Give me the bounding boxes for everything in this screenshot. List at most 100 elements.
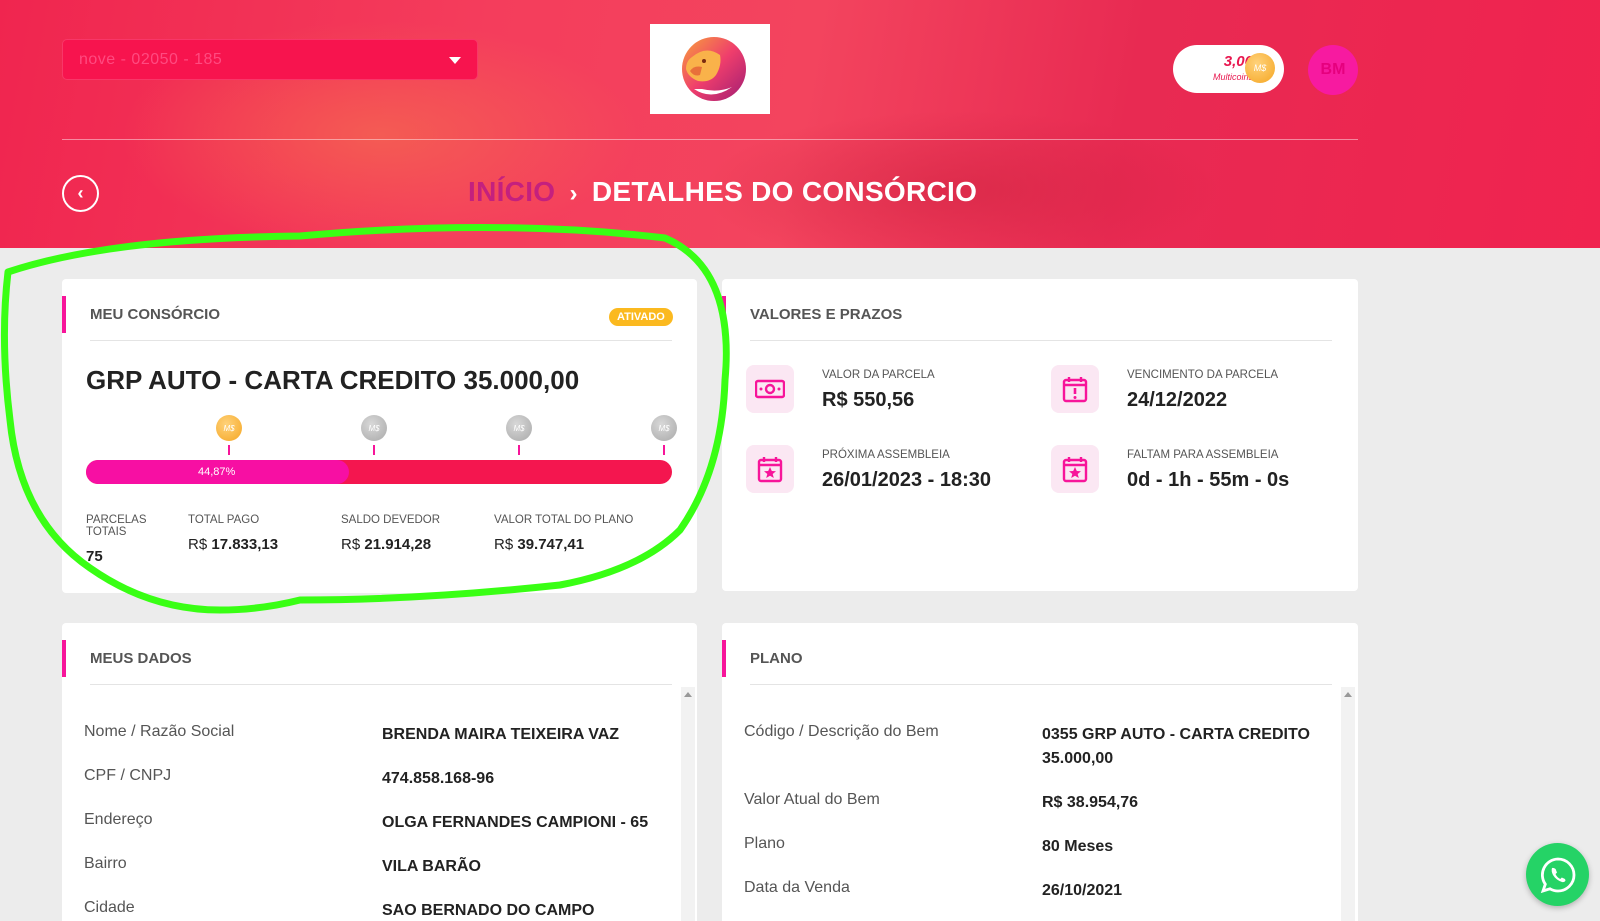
milestone-marker: M$ bbox=[506, 415, 532, 455]
scroll-up-icon[interactable] bbox=[1344, 692, 1352, 697]
card-title: MEU CONSÓRCIO bbox=[62, 296, 220, 333]
coins-label: Multicoins bbox=[1212, 72, 1253, 82]
stat-value: 75 bbox=[86, 548, 166, 565]
info-label: FALTAM PARA ASSEMBLEIA bbox=[1127, 449, 1279, 461]
milestone-stem bbox=[228, 445, 230, 455]
coin-icon: M$ bbox=[216, 415, 242, 441]
multicoins-balance[interactable]: 3,00 Multicoins M$ bbox=[1173, 45, 1284, 93]
stat-label: VALOR TOTAL DO PLANO bbox=[494, 514, 634, 526]
values-deadlines-card: VALORES E PRAZOS VALOR DA PARCELA R$ 550… bbox=[722, 279, 1358, 591]
whatsapp-button[interactable] bbox=[1526, 843, 1589, 906]
row-label: Plano bbox=[744, 835, 785, 852]
my-data-card: MEUS DADOS Nome / Razão Social BRENDA MAI… bbox=[62, 623, 697, 921]
stat-value: R$ 39.747,41 bbox=[494, 536, 674, 553]
stat-number: 39.747,41 bbox=[517, 536, 585, 553]
stat-number: 75 bbox=[86, 548, 103, 565]
stat-total-installments: PARCELAS TOTAIS 75 bbox=[86, 514, 166, 565]
breadcrumb-separator: › bbox=[569, 180, 578, 207]
row-value: 26/10/2021 bbox=[1042, 882, 1123, 899]
row-value: 80 Meses bbox=[1042, 838, 1114, 855]
row-value: SAO BERNADO DO CAMPO bbox=[382, 902, 595, 919]
breadcrumb: INÍCIO › DETALHES DO CONSÓRCIO bbox=[468, 176, 977, 208]
brand-logo[interactable] bbox=[650, 24, 770, 114]
stat-label: TOTAL PAGO bbox=[188, 514, 260, 526]
lion-logo-icon bbox=[682, 37, 746, 101]
payment-progress-bar: 44,87% bbox=[86, 460, 672, 484]
card-title: VALORES E PRAZOS bbox=[722, 296, 902, 333]
status-badge: ATIVADO bbox=[609, 308, 673, 326]
calendar-alert-icon bbox=[1051, 365, 1099, 413]
stat-plan-total: VALOR TOTAL DO PLANO R$ 39.747,41 bbox=[494, 514, 674, 553]
row-label: Endereço bbox=[84, 811, 153, 828]
row-value: VILA BARÃO bbox=[382, 858, 481, 875]
back-button[interactable]: ‹ bbox=[62, 175, 99, 212]
stat-label: PARCELAS TOTAIS bbox=[86, 514, 147, 538]
header-divider bbox=[62, 139, 1358, 140]
info-value: 26/01/2023 - 18:30 bbox=[822, 469, 992, 491]
row-value: R$ 38.954,76 bbox=[1042, 794, 1139, 811]
progress-percent-label: 44,87% bbox=[198, 466, 236, 478]
my-consortium-card: MEU CONSÓRCIO ATIVADO GRP AUTO - CARTA C… bbox=[62, 279, 697, 593]
stat-label: SALDO DEVEDOR bbox=[341, 514, 441, 526]
stat-total-paid: TOTAL PAGO R$ 17.833,13 bbox=[188, 514, 338, 553]
currency-symbol: R$ bbox=[188, 536, 208, 553]
card-title: MEUS DADOS bbox=[62, 640, 192, 677]
scroll-up-icon[interactable] bbox=[684, 692, 692, 697]
coin-icon: M$ bbox=[1245, 53, 1275, 83]
breadcrumb-home-link[interactable]: INÍCIO bbox=[468, 176, 555, 207]
plan-name: GRP AUTO - CARTA CREDITO 35.000,00 bbox=[86, 365, 580, 395]
card-divider bbox=[90, 684, 672, 685]
page-header: nove - 02050 - 185 3,00 Multicoins M$ BM bbox=[0, 0, 1600, 248]
milestone-marker: M$ bbox=[361, 415, 387, 455]
info-label: VENCIMENTO DA PARCELA bbox=[1127, 369, 1279, 381]
stat-number: 21.914,28 bbox=[364, 536, 432, 553]
row-label: Data da Venda bbox=[744, 879, 850, 896]
coins-amount: 3,00 bbox=[1223, 53, 1253, 70]
currency-symbol: R$ bbox=[341, 536, 361, 553]
scrollbar[interactable] bbox=[1341, 687, 1355, 921]
row-label: Nome / Razão Social bbox=[84, 723, 235, 740]
row-label: Cidade bbox=[84, 899, 135, 916]
row-label: Valor Atual do Bem bbox=[744, 791, 880, 808]
breadcrumb-current: DETALHES DO CONSÓRCIO bbox=[591, 176, 978, 207]
stat-value: R$ 17.833,13 bbox=[188, 536, 338, 553]
row-label: Bairro bbox=[84, 855, 127, 872]
card-divider bbox=[90, 340, 672, 341]
row-label: CPF / CNPJ bbox=[84, 767, 172, 784]
milestone-stem bbox=[663, 445, 665, 455]
row-value: OLGA FERNANDES CAMPIONI - 65 bbox=[382, 814, 649, 831]
card-divider bbox=[750, 684, 1332, 685]
row-label: Código / Descrição do Bem bbox=[744, 723, 939, 740]
stat-number: 17.833,13 bbox=[211, 536, 279, 553]
stat-value: R$ 21.914,28 bbox=[341, 536, 491, 553]
contract-select[interactable]: nove - 02050 - 185 bbox=[62, 39, 478, 80]
row-value: 474.858.168-96 bbox=[382, 770, 495, 787]
currency-symbol: R$ bbox=[494, 536, 514, 553]
info-value: 24/12/2022 bbox=[1127, 389, 1228, 411]
money-icon bbox=[746, 365, 794, 413]
plan-card: PLANO Código / Descrição do Bem 0355 GRP … bbox=[722, 623, 1358, 921]
milestone-stem bbox=[518, 445, 520, 455]
card-title: PLANO bbox=[722, 640, 803, 677]
calendar-star-icon bbox=[746, 445, 794, 493]
calendar-star-icon bbox=[1051, 445, 1099, 493]
card-divider bbox=[750, 340, 1332, 341]
contract-select-value: nove - 02050 - 185 bbox=[79, 50, 223, 68]
chevron-left-icon: ‹ bbox=[77, 183, 84, 203]
milestone-stem bbox=[373, 445, 375, 455]
coin-icon: M$ bbox=[361, 415, 387, 441]
coin-icon: M$ bbox=[651, 415, 677, 441]
milestone-marker: M$ bbox=[651, 415, 677, 455]
whatsapp-icon bbox=[1540, 857, 1575, 893]
user-avatar[interactable]: BM bbox=[1308, 45, 1358, 95]
milestone-marker: M$ bbox=[216, 415, 242, 455]
chevron-down-icon bbox=[449, 57, 461, 64]
scrollbar[interactable] bbox=[681, 687, 695, 921]
row-value: BRENDA MAIRA TEIXEIRA VAZ bbox=[382, 726, 620, 743]
stat-outstanding-balance: SALDO DEVEDOR R$ 21.914,28 bbox=[341, 514, 491, 553]
row-value: 0355 GRP AUTO - CARTA CREDITO 35.000,00 bbox=[1042, 726, 1310, 767]
info-value: 0d - 1h - 55m - 0s bbox=[1127, 469, 1290, 491]
coin-icon: M$ bbox=[506, 415, 532, 441]
info-label: PRÓXIMA ASSEMBLEIA bbox=[822, 449, 950, 461]
info-value: R$ 550,56 bbox=[822, 389, 915, 411]
